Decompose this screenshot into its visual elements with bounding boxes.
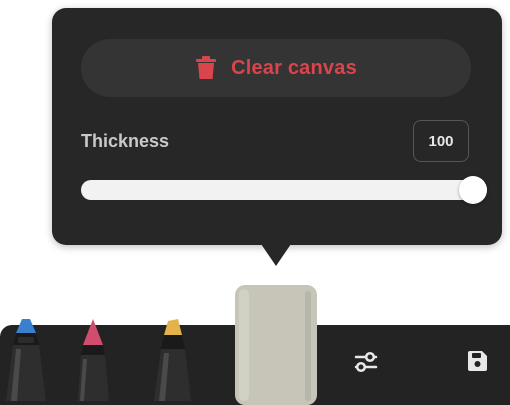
thickness-value-input[interactable] xyxy=(413,120,469,162)
pen-tip-blue xyxy=(16,319,36,333)
brush-settings-popover: Clear canvas Thickness xyxy=(52,8,502,245)
sliders-icon[interactable] xyxy=(352,350,380,379)
clear-canvas-label: Clear canvas xyxy=(231,56,357,79)
eraser-tool[interactable] xyxy=(235,285,317,405)
clear-canvas-button[interactable]: Clear canvas xyxy=(81,39,471,97)
pen-tool-yellow[interactable] xyxy=(148,319,198,401)
popover-arrow xyxy=(261,244,291,266)
pen-tip-pink xyxy=(83,319,103,345)
save-icon[interactable] xyxy=(466,350,488,377)
thickness-label: Thickness xyxy=(81,131,170,151)
thickness-slider[interactable] xyxy=(81,176,487,204)
pen-tip-yellow xyxy=(164,319,182,335)
pen-tool-blue[interactable] xyxy=(2,319,52,401)
thickness-slider-thumb[interactable] xyxy=(459,176,487,204)
trash-icon xyxy=(195,56,217,80)
pen-tool-pink[interactable] xyxy=(71,319,117,401)
